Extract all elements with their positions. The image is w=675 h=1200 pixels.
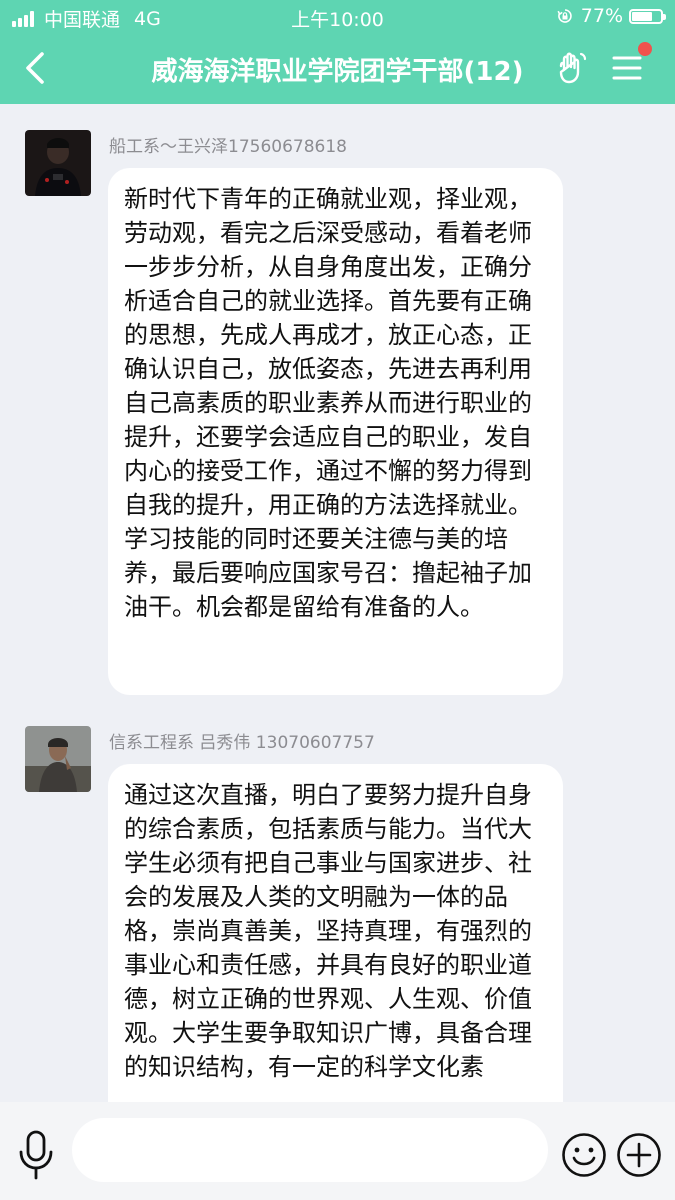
emoji-icon[interactable]: [561, 1132, 607, 1178]
message-input[interactable]: [72, 1118, 548, 1182]
message-list[interactable]: 船工系～王兴泽17560678618 新时代下青年的正确就业观，择业观，劳动观，…: [0, 104, 675, 1102]
rotation-lock-icon: [557, 9, 572, 23]
hand-gesture-icon[interactable]: [554, 50, 590, 86]
avatar[interactable]: [25, 130, 91, 196]
plus-icon[interactable]: [616, 1132, 662, 1178]
status-bar: 中国联通 4G 上午10:00 77%: [0, 0, 675, 34]
battery-percent: 77%: [580, 5, 623, 27]
back-button[interactable]: [18, 48, 54, 88]
sender-name: 信系工程系 吕秀伟 13070607757: [109, 733, 375, 753]
avatar-image: [25, 130, 91, 196]
avatar-image: [25, 726, 91, 792]
input-bar: [0, 1102, 675, 1200]
status-right: 77%: [557, 5, 666, 27]
menu-button[interactable]: [610, 42, 652, 86]
nav-bar: 威海海洋职业学院团学干部(12): [0, 34, 675, 104]
notification-dot: [638, 42, 652, 56]
avatar[interactable]: [25, 726, 91, 792]
menu-icon: [612, 56, 642, 80]
chat-title: 威海海洋职业学院团学干部(12): [151, 57, 524, 87]
sender-name: 船工系～王兴泽17560678618: [109, 137, 347, 157]
message-bubble[interactable]: 新时代下青年的正确就业观，择业观，劳动观，看完之后深受感动，看着老师一步步分析，…: [108, 168, 563, 695]
chat-header: 中国联通 4G 上午10:00 77% 威海海洋职业学院团学干部(12): [0, 0, 675, 104]
voice-input-icon[interactable]: [16, 1130, 56, 1180]
battery-level: [632, 11, 653, 21]
message-bubble[interactable]: 通过这次直播，明白了要努力提升自身的综合素质，包括素质与能力。当代大学生必须有把…: [108, 764, 563, 1102]
battery-icon: [629, 8, 666, 24]
